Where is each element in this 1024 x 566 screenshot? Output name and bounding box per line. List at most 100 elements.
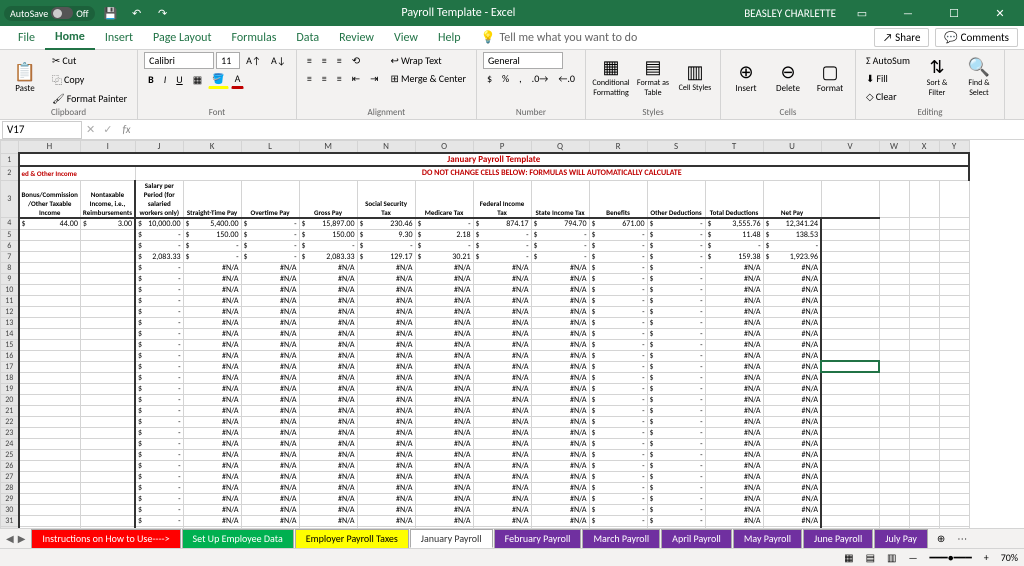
merge-center-button[interactable]: ⊞ Merge & Center <box>387 70 470 87</box>
fill-color-button[interactable]: 🪣 <box>208 70 228 89</box>
cell[interactable] <box>879 471 909 482</box>
cell[interactable] <box>909 460 939 471</box>
cell[interactable]: #N/A <box>357 306 415 317</box>
col-header[interactable]: R <box>589 141 647 154</box>
cell[interactable]: #N/A <box>183 339 241 350</box>
cell[interactable]: #N/A <box>415 295 473 306</box>
cell[interactable]: #N/A <box>763 460 821 471</box>
cell[interactable]: $- <box>135 526 183 528</box>
cell[interactable] <box>879 438 909 449</box>
cell[interactable] <box>821 504 879 515</box>
cell[interactable]: #N/A <box>531 515 589 526</box>
cell[interactable] <box>909 394 939 405</box>
cell[interactable]: $- <box>589 262 647 273</box>
cell[interactable]: #N/A <box>357 405 415 416</box>
cell[interactable]: $- <box>705 240 763 251</box>
cell[interactable] <box>909 180 939 218</box>
cell[interactable]: #N/A <box>299 328 357 339</box>
cell[interactable]: #N/A <box>473 284 531 295</box>
cell[interactable] <box>19 262 81 273</box>
cell[interactable]: #N/A <box>357 438 415 449</box>
cell[interactable]: #N/A <box>241 383 299 394</box>
cell[interactable] <box>939 240 969 251</box>
cell[interactable] <box>879 317 909 328</box>
italic-button[interactable]: I <box>160 70 171 89</box>
dec-decimal-icon[interactable]: ←.0 <box>554 70 579 87</box>
tab-nav-prev-icon[interactable]: ◀ <box>6 532 14 545</box>
cell[interactable]: #N/A <box>473 273 531 284</box>
cell[interactable]: $- <box>241 240 299 251</box>
cell[interactable] <box>879 350 909 361</box>
cell[interactable] <box>821 180 879 218</box>
cell[interactable] <box>19 306 81 317</box>
decrease-font-icon[interactable]: A↓ <box>267 52 290 69</box>
cell[interactable]: #N/A <box>299 306 357 317</box>
cell[interactable]: $- <box>531 240 589 251</box>
cell[interactable] <box>909 284 939 295</box>
cell[interactable]: #N/A <box>531 416 589 427</box>
cell[interactable]: $- <box>135 449 183 460</box>
number-format-select[interactable] <box>483 52 563 69</box>
cell[interactable] <box>909 306 939 317</box>
row-header[interactable]: 5 <box>1 229 19 240</box>
cell[interactable]: $- <box>589 229 647 240</box>
cell[interactable] <box>821 273 879 284</box>
row-header[interactable]: 26 <box>1 460 19 471</box>
col-header[interactable]: V <box>821 141 879 154</box>
cell[interactable]: $- <box>589 493 647 504</box>
cell[interactable]: $- <box>135 383 183 394</box>
cell[interactable]: $- <box>647 240 705 251</box>
cell[interactable] <box>879 405 909 416</box>
cell[interactable] <box>80 295 135 306</box>
cell[interactable]: #N/A <box>473 339 531 350</box>
cell[interactable]: #N/A <box>299 504 357 515</box>
cell[interactable] <box>879 284 909 295</box>
sort-filter-button[interactable]: ⇅Sort & Filter <box>918 52 956 102</box>
cell[interactable] <box>80 449 135 460</box>
cell[interactable]: #N/A <box>357 427 415 438</box>
align-middle-icon[interactable]: ≡ <box>318 52 331 69</box>
cell[interactable] <box>939 526 969 528</box>
tab-review[interactable]: Review <box>329 27 384 49</box>
font-name-select[interactable] <box>144 52 214 69</box>
cell[interactable] <box>879 416 909 427</box>
cell[interactable]: #N/A <box>299 438 357 449</box>
cell[interactable]: $- <box>135 328 183 339</box>
cell[interactable]: #N/A <box>705 317 763 328</box>
cell[interactable]: #N/A <box>763 273 821 284</box>
cell[interactable] <box>939 449 969 460</box>
cell[interactable]: $- <box>135 240 183 251</box>
col-header[interactable]: W <box>879 141 909 154</box>
cell[interactable]: $- <box>647 361 705 372</box>
cell[interactable]: $- <box>647 262 705 273</box>
align-center-icon[interactable]: ≡ <box>318 70 331 87</box>
cell[interactable] <box>879 372 909 383</box>
cell[interactable]: #N/A <box>415 339 473 350</box>
cell[interactable] <box>879 262 909 273</box>
autosave-toggle[interactable]: AutoSave Off <box>4 6 95 21</box>
cell[interactable]: #N/A <box>473 482 531 493</box>
cell[interactable] <box>19 350 81 361</box>
worksheet-tab[interactable]: Employer Payroll Taxes <box>295 529 409 548</box>
cell[interactable]: #N/A <box>241 339 299 350</box>
worksheet-tab[interactable]: Set Up Employee Data <box>182 529 294 548</box>
cell[interactable]: $- <box>241 229 299 240</box>
cell[interactable] <box>19 427 81 438</box>
row-header[interactable]: 6 <box>1 240 19 251</box>
cell[interactable] <box>19 493 81 504</box>
column-header-cell[interactable]: Federal Income Tax <box>473 180 531 218</box>
cell[interactable]: $- <box>299 240 357 251</box>
cell[interactable]: #N/A <box>705 306 763 317</box>
cell[interactable] <box>80 262 135 273</box>
comma-icon[interactable]: , <box>515 70 526 87</box>
cell[interactable] <box>821 471 879 482</box>
cell[interactable] <box>821 284 879 295</box>
row-header[interactable]: 2 <box>1 166 19 180</box>
undo-icon[interactable]: ↶ <box>127 3 147 23</box>
cell[interactable]: #N/A <box>415 449 473 460</box>
cell[interactable]: $- <box>589 240 647 251</box>
cell[interactable]: #N/A <box>415 438 473 449</box>
cell[interactable]: #N/A <box>299 416 357 427</box>
cell[interactable] <box>909 383 939 394</box>
warning-cell[interactable]: DO NOT CHANGE CELLS BELOW: FORMULAS WILL… <box>135 166 969 180</box>
